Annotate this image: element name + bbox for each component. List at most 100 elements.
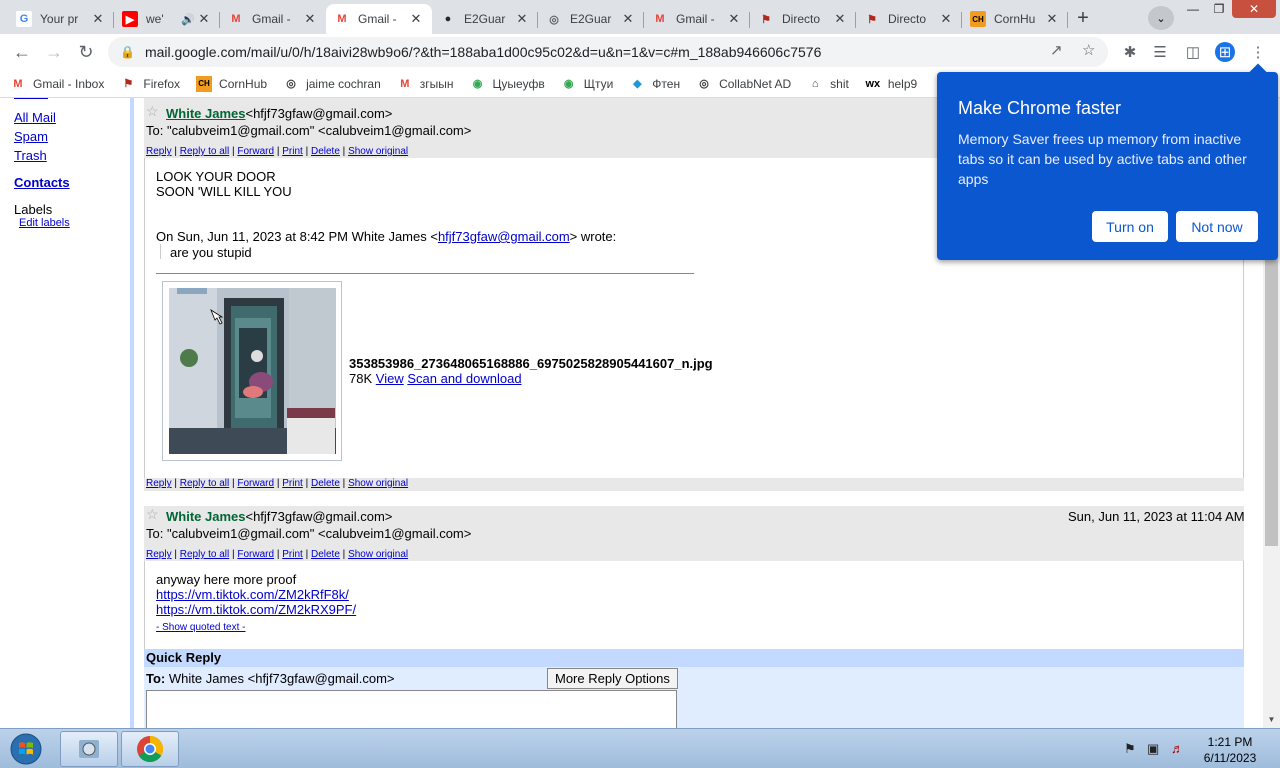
close-tab-icon[interactable]: ✕	[832, 11, 848, 27]
bookmark-10[interactable]: wx help9	[865, 76, 917, 92]
reply-all-link[interactable]: Reply to all	[180, 478, 229, 489]
forward-link[interactable]: Forward	[237, 478, 274, 489]
close-window-button[interactable]: ✕	[1232, 0, 1276, 18]
print-link[interactable]: Print	[282, 549, 303, 560]
show-original-link[interactable]: Show original	[348, 478, 408, 489]
close-tab-icon[interactable]: ✕	[620, 11, 636, 27]
show-original-link[interactable]: Show original	[348, 549, 408, 560]
delete-link[interactable]: Delete	[311, 549, 340, 560]
view-attachment-link[interactable]: View	[376, 371, 404, 386]
message-2-to: To: "calubveim1@gmail.com" <calubveim1@g…	[146, 526, 472, 541]
start-button[interactable]	[4, 731, 48, 767]
star-icon[interactable]: ☆	[146, 506, 159, 523]
bookmark-2[interactable]: CH CornHub	[196, 75, 267, 92]
reply-all-link[interactable]: Reply to all	[180, 549, 229, 560]
delete-link[interactable]: Delete	[311, 146, 340, 157]
forward-button[interactable]: →	[40, 38, 68, 66]
sender-name[interactable]: White James	[166, 509, 245, 524]
bookmark-8[interactable]: ◎ CollabNet AD	[696, 76, 791, 92]
attachment-size: 78K	[349, 371, 373, 386]
attachment-thumbnail[interactable]	[162, 281, 342, 461]
audio-playing-icon[interactable]: 🔊	[180, 11, 196, 27]
close-tab-icon[interactable]: ✕	[302, 11, 318, 27]
minimize-button[interactable]: —	[1180, 0, 1206, 18]
tab-3[interactable]: M Gmail - ✕	[326, 4, 432, 34]
star-icon[interactable]: ☆	[146, 103, 159, 120]
tab-7[interactable]: ⚑ Directo ✕	[750, 4, 856, 34]
nav-trash[interactable]: Trash	[14, 148, 47, 163]
quick-reply-textarea[interactable]	[146, 690, 677, 728]
more-reply-options-button[interactable]: More Reply Options	[547, 668, 678, 689]
tab-search-button[interactable]: ⌄	[1148, 6, 1174, 30]
forward-link[interactable]: Forward	[237, 146, 274, 157]
quote-email-link[interactable]: hfjf73gfaw@gmail.com	[438, 229, 570, 244]
new-tab-button[interactable]: +	[1070, 6, 1096, 30]
scan-download-link[interactable]: Scan and download	[407, 371, 521, 386]
system-clock[interactable]: 1:21 PM 6/11/2023	[1196, 734, 1264, 766]
tiktok-link-1[interactable]: https://vm.tiktok.com/ZM2kRfF8k/	[156, 587, 349, 602]
scrollbar-thumb[interactable]	[1265, 250, 1278, 546]
extensions-icon[interactable]: ✱	[1120, 42, 1140, 62]
tab-0[interactable]: G Your pr ✕	[8, 4, 114, 34]
bookmark-6[interactable]: ◉ Щтуи	[561, 76, 614, 92]
nav-all-mail[interactable]: All Mail	[14, 110, 56, 125]
bookmark-7[interactable]: ◆ Фтен	[629, 76, 680, 92]
bookmark-4[interactable]: Mзгыын	[397, 76, 453, 92]
bookmark-3[interactable]: ◎ jaime cochran	[283, 76, 381, 92]
edit-labels-link[interactable]: Edit labels	[19, 217, 70, 229]
tab-2[interactable]: M Gmail - ✕	[220, 4, 326, 34]
turn-on-button[interactable]: Turn on	[1092, 211, 1168, 242]
bookmark-star-icon[interactable]: ☆	[1082, 41, 1095, 59]
left-navigation: All Mail Spam Trash Contacts Labels Edit…	[0, 98, 130, 728]
close-tab-icon[interactable]: ✕	[1044, 11, 1060, 27]
tab-8[interactable]: ⚑ Directo ✕	[856, 4, 962, 34]
profile-icon[interactable]: ⊞	[1215, 42, 1235, 62]
tab-9[interactable]: CH CornHu ✕	[962, 4, 1068, 34]
back-button[interactable]: ←	[8, 38, 36, 66]
bookmark-label: Щтуи	[583, 76, 614, 91]
close-tab-icon[interactable]: ✕	[90, 11, 106, 27]
reload-button[interactable]: ↻	[72, 38, 100, 66]
menu-icon[interactable]: ⋮	[1248, 42, 1268, 62]
volume-muted-icon[interactable]: ♬	[1171, 741, 1184, 756]
bookmark-5[interactable]: ◉ Цуыеуфв	[470, 76, 545, 92]
share-icon[interactable]: ↗	[1050, 41, 1063, 59]
bookmark-1[interactable]: ⚑ Firefox	[120, 76, 180, 92]
print-link[interactable]: Print	[282, 146, 303, 157]
bookmark-0[interactable]: M Gmail - Inbox	[10, 76, 104, 92]
address-bar[interactable]: 🔒 mail.google.com/mail/u/0/h/18aivi28wb9…	[108, 37, 1108, 67]
delete-link[interactable]: Delete	[311, 478, 340, 489]
reply-link[interactable]: Reply	[146, 478, 172, 489]
reply-link[interactable]: Reply	[146, 549, 172, 560]
reply-all-link[interactable]: Reply to all	[180, 146, 229, 157]
side-panel-icon[interactable]: ◫	[1183, 42, 1203, 62]
nav-contacts[interactable]: Contacts	[14, 175, 70, 190]
restore-button[interactable]: ❐	[1206, 0, 1232, 18]
tab-4[interactable]: ● E2Guar ✕	[432, 4, 538, 34]
tab-6[interactable]: M Gmail - ✕	[644, 4, 750, 34]
nav-spam[interactable]: Spam	[14, 129, 48, 144]
taskbar-media-player[interactable]	[60, 731, 118, 767]
print-link[interactable]: Print	[282, 478, 303, 489]
network-icon[interactable]: ▣	[1147, 741, 1159, 757]
forward-link[interactable]: Forward	[237, 549, 274, 560]
sender-name[interactable]: White James	[166, 106, 245, 121]
action-center-flag-icon[interactable]: ⚑	[1124, 741, 1136, 757]
not-now-button[interactable]: Not now	[1176, 211, 1258, 242]
close-tab-icon[interactable]: ✕	[726, 11, 742, 27]
show-original-link[interactable]: Show original	[348, 146, 408, 157]
tiktok-link-2[interactable]: https://vm.tiktok.com/ZM2kRX9PF/	[156, 602, 356, 617]
close-tab-icon[interactable]: ✕	[408, 11, 424, 27]
close-tab-icon[interactable]: ✕	[514, 11, 530, 27]
google-icon: G	[16, 11, 32, 27]
tab-5[interactable]: ◎ E2Guar ✕	[538, 4, 644, 34]
media-control-icon[interactable]: ☰	[1150, 42, 1170, 62]
show-quoted-text-link[interactable]: - Show quoted text -	[156, 622, 246, 633]
close-tab-icon[interactable]: ✕	[938, 11, 954, 27]
scroll-down-icon[interactable]: ▼	[1263, 712, 1280, 726]
reply-link[interactable]: Reply	[146, 146, 172, 157]
taskbar-chrome[interactable]	[121, 731, 179, 767]
close-tab-icon[interactable]: ✕	[196, 11, 212, 27]
tab-1[interactable]: ▶ we' 🔊 ✕	[114, 4, 220, 34]
bookmark-9[interactable]: ⌂ shit	[807, 76, 849, 92]
